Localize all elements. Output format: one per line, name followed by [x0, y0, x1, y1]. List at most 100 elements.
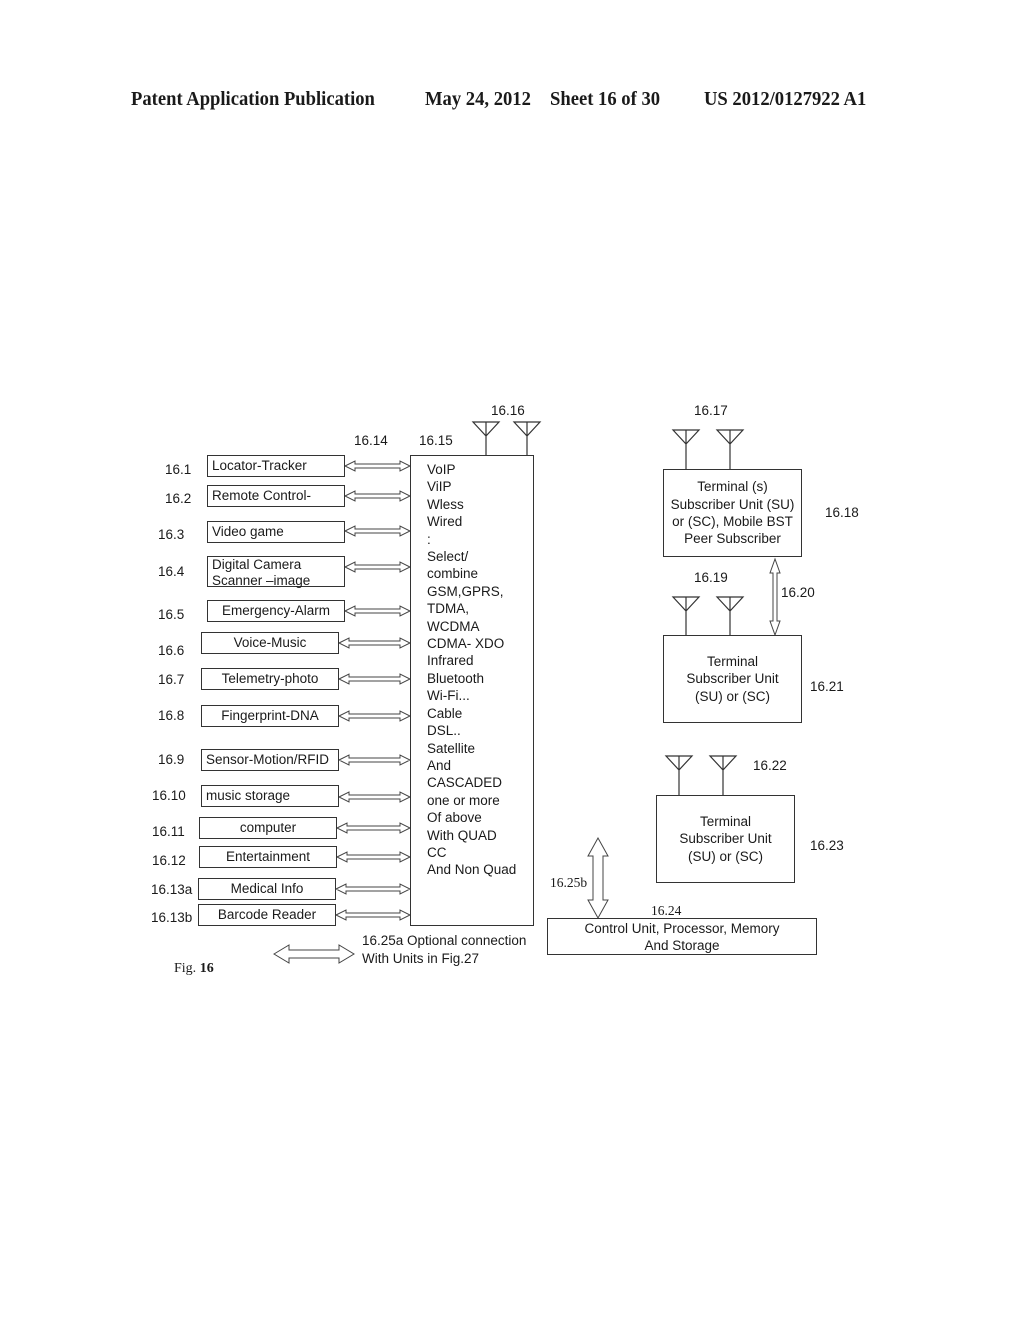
control-unit-text: Control Unit, Processor, Memory: [584, 920, 780, 936]
device-box: Voice-Music: [201, 632, 339, 654]
device-label: Scanner –image: [212, 573, 311, 588]
protocol-item: With QUAD: [427, 827, 497, 843]
legend-text: 16.25a Optional connection With Units in…: [362, 932, 526, 967]
device-ref-label: 16.10: [152, 788, 186, 803]
device-label: music storage: [206, 788, 291, 803]
bidirectional-arrow: [337, 791, 412, 803]
protocol-item: combine: [427, 566, 479, 582]
protocol-item: CDMA- XDO: [427, 636, 505, 652]
bidirectional-arrow: [335, 822, 412, 834]
terminal-text: Subscriber Unit: [679, 831, 772, 847]
device-label: Barcode Reader: [217, 907, 317, 922]
figure-caption-prefix: Fig.: [174, 961, 197, 976]
device-box: Medical Info: [198, 878, 336, 900]
device-box: Locator-Tracker: [207, 455, 345, 477]
legend-line-2: With Units in Fig.27: [362, 950, 480, 966]
terminal-text: Terminal: [706, 653, 758, 669]
protocol-item: And Non Quad: [427, 862, 517, 878]
ref-16-16: 16.16: [491, 403, 525, 418]
legend-line-1: 16.25a Optional connection: [362, 933, 527, 948]
device-label: Telemetry-photo: [221, 671, 319, 686]
device-box: Digital Camera Scanner –image: [207, 556, 345, 588]
terminal-text: or (SC), Mobile BST: [672, 514, 793, 529]
device-ref-label: 16.5: [158, 607, 185, 622]
device-label: Emergency-Alarm: [221, 603, 331, 618]
device-ref-label: 16.7: [158, 672, 185, 687]
device-box: Fingerprint-DNA: [201, 705, 339, 727]
protocol-item: Cable: [427, 705, 463, 721]
device-box: music storage: [201, 785, 339, 807]
bidirectional-arrow: [337, 673, 412, 685]
protocol-item: Infrared: [427, 653, 474, 669]
bidirectional-arrow: [337, 754, 412, 766]
device-label: Medical Info: [230, 881, 304, 896]
antenna-icon: [471, 421, 501, 455]
legend-arrow: [273, 944, 355, 964]
device-label: Digital Camera: [212, 557, 302, 572]
terminal-text: Terminal: [699, 813, 751, 829]
antenna-icon: [715, 429, 745, 469]
protocol-item: ViIP: [427, 479, 452, 495]
device-label: computer: [239, 820, 297, 835]
device-box: computer: [199, 817, 337, 839]
device-box: Sensor-Motion/RFID: [201, 749, 339, 771]
link-arrow-16-20: [769, 557, 781, 637]
protocol-item: Select/: [427, 549, 469, 565]
protocol-box: VoIP ViIP Wless Wired: Select/combine GSM,GPR…: [410, 455, 534, 926]
control-unit-text: And Storage: [644, 937, 720, 953]
device-label: Video game: [212, 524, 284, 539]
device-box: Entertainment: [199, 846, 337, 868]
device-ref-label: 16.9: [158, 752, 185, 767]
bidirectional-arrow: [343, 490, 412, 502]
protocol-item: Of above: [427, 810, 482, 826]
device-ref-label: 16.11: [152, 824, 185, 839]
figure-caption-number: 16: [199, 961, 214, 976]
device-ref-label: 16.13a: [151, 882, 193, 897]
terminal-2-box: Terminal Subscriber Unit (SU) or (SC): [663, 635, 802, 723]
device-box: Barcode Reader: [198, 904, 336, 926]
terminal-text: Subscriber Unit (SU): [670, 496, 795, 512]
protocol-item: DSL..: [427, 723, 461, 739]
bidirectional-arrow: [343, 605, 412, 617]
bidirectional-arrow: [337, 710, 412, 722]
protocol-item: WCDMA: [427, 618, 480, 634]
device-label: Entertainment: [225, 849, 311, 864]
ref-16-20: 16.20: [781, 585, 815, 600]
protocol-item: And: [427, 757, 452, 773]
device-ref-label: 16.1: [165, 462, 192, 477]
device-box: Emergency-Alarm: [207, 600, 345, 622]
device-label: Sensor-Motion/RFID: [206, 752, 330, 767]
device-ref-label: 16.4: [158, 564, 185, 579]
protocol-item: Bluetooth: [427, 670, 485, 686]
antenna-icon: [715, 596, 745, 635]
antenna-icon: [664, 755, 694, 795]
device-ref-label: 16.12: [152, 853, 186, 868]
bidirectional-arrow: [343, 525, 412, 537]
terminal-text: Terminal (s): [697, 479, 768, 495]
terminal-text: Subscriber Unit: [686, 671, 779, 687]
device-label: Voice-Music: [233, 635, 307, 650]
link-arrow-16-25b: [587, 836, 609, 920]
terminal-text: (SU) or (SC): [688, 848, 763, 864]
protocol-item: Wless: [427, 496, 464, 512]
ref-16-15: 16.15: [419, 433, 453, 448]
bidirectional-arrow: [335, 851, 412, 863]
ref-16-25b: 16.25b: [550, 875, 588, 890]
protocol-item: Wi-Fi...: [427, 688, 470, 704]
device-box: Video game: [207, 521, 345, 543]
terminal-text: (SU) or (SC): [695, 688, 770, 704]
ref-16-24: 16.24: [651, 903, 682, 918]
device-arrows: [334, 460, 412, 921]
protocol-item: :: [427, 531, 431, 547]
antenna-icon: [671, 596, 701, 635]
protocol-item: CC: [427, 844, 447, 860]
protocol-item: one or more: [427, 792, 500, 808]
device-ref-label: 16.6: [158, 643, 185, 658]
protocol-item: Wired: [427, 514, 463, 530]
ref-16-17: 16.17: [694, 403, 728, 418]
figure-caption: Fig. 16: [174, 961, 214, 976]
device-box: Telemetry-photo: [201, 668, 339, 690]
bidirectional-arrow: [343, 561, 412, 573]
protocol-item: Satellite: [427, 740, 476, 756]
bidirectional-arrow: [334, 909, 412, 921]
